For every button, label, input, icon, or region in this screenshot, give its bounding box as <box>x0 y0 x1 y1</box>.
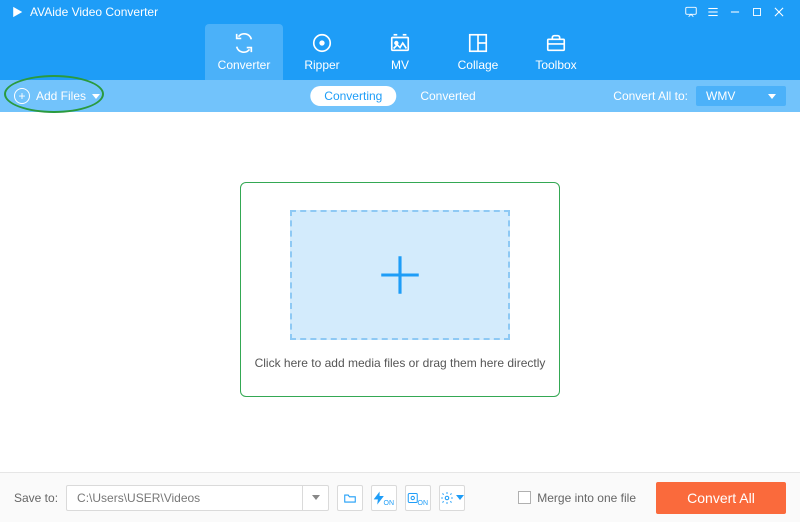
tab-toolbox[interactable]: Toolbox <box>517 24 595 80</box>
app-title: AVAide Video Converter <box>30 5 158 19</box>
tab-collage[interactable]: Collage <box>439 24 517 80</box>
tab-ripper[interactable]: Ripper <box>283 24 361 80</box>
tab-label: MV <box>391 58 409 72</box>
chevron-down-icon <box>312 495 320 500</box>
maximize-button[interactable] <box>746 1 768 23</box>
plus-circle-icon: + <box>14 88 30 104</box>
minimize-button[interactable] <box>724 1 746 23</box>
save-to-label: Save to: <box>14 491 58 505</box>
convert-all-button[interactable]: Convert All <box>656 482 786 514</box>
high-speed-button[interactable]: ON <box>405 485 431 511</box>
merge-checkbox[interactable]: Merge into one file <box>518 491 636 505</box>
output-format-select[interactable]: WMV <box>696 86 786 106</box>
tab-converter[interactable]: Converter <box>205 24 283 80</box>
chevron-down-icon <box>456 495 464 500</box>
merge-label: Merge into one file <box>537 491 636 505</box>
format-value: WMV <box>706 89 735 103</box>
main-area: Click here to add media files or drag th… <box>0 112 800 472</box>
plus-icon <box>375 250 425 300</box>
tab-mv[interactable]: MV <box>361 24 439 80</box>
chevron-down-icon <box>768 94 776 99</box>
dropzone-text: Click here to add media files or drag th… <box>255 356 546 370</box>
settings-button[interactable] <box>439 485 465 511</box>
save-to-path: C:\Users\USER\Videos <box>67 491 302 505</box>
add-files-label: Add Files <box>36 89 86 103</box>
save-to-path-box: C:\Users\USER\Videos <box>66 485 329 511</box>
tab-label: Collage <box>458 58 499 72</box>
checkbox-icon <box>518 491 531 504</box>
hardware-accel-button[interactable]: ON <box>371 485 397 511</box>
subtab-converting[interactable]: Converting <box>310 86 396 106</box>
main-nav: Converter Ripper MV Collage Toolbox <box>0 24 800 80</box>
subtab-converted[interactable]: Converted <box>406 86 489 106</box>
tab-label: Converter <box>218 58 271 72</box>
save-to-dropdown[interactable] <box>302 485 328 511</box>
close-button[interactable] <box>768 1 790 23</box>
feedback-icon[interactable] <box>680 1 702 23</box>
menu-icon[interactable] <box>702 1 724 23</box>
title-bar: AVAide Video Converter <box>0 0 800 24</box>
tab-label: Toolbox <box>535 58 576 72</box>
convert-all-to-label: Convert All to: <box>613 89 688 103</box>
chevron-down-icon <box>92 94 100 99</box>
sub-toolbar: + Add Files Converting Converted Convert… <box>0 80 800 112</box>
add-media-dropzone[interactable]: Click here to add media files or drag th… <box>240 182 560 397</box>
open-folder-button[interactable] <box>337 485 363 511</box>
bottom-bar: Save to: C:\Users\USER\Videos ON ON Merg… <box>0 472 800 522</box>
tab-label: Ripper <box>304 58 339 72</box>
app-logo-icon <box>10 5 24 19</box>
dropzone-inner <box>290 210 510 340</box>
add-files-button[interactable]: + Add Files <box>14 88 100 104</box>
